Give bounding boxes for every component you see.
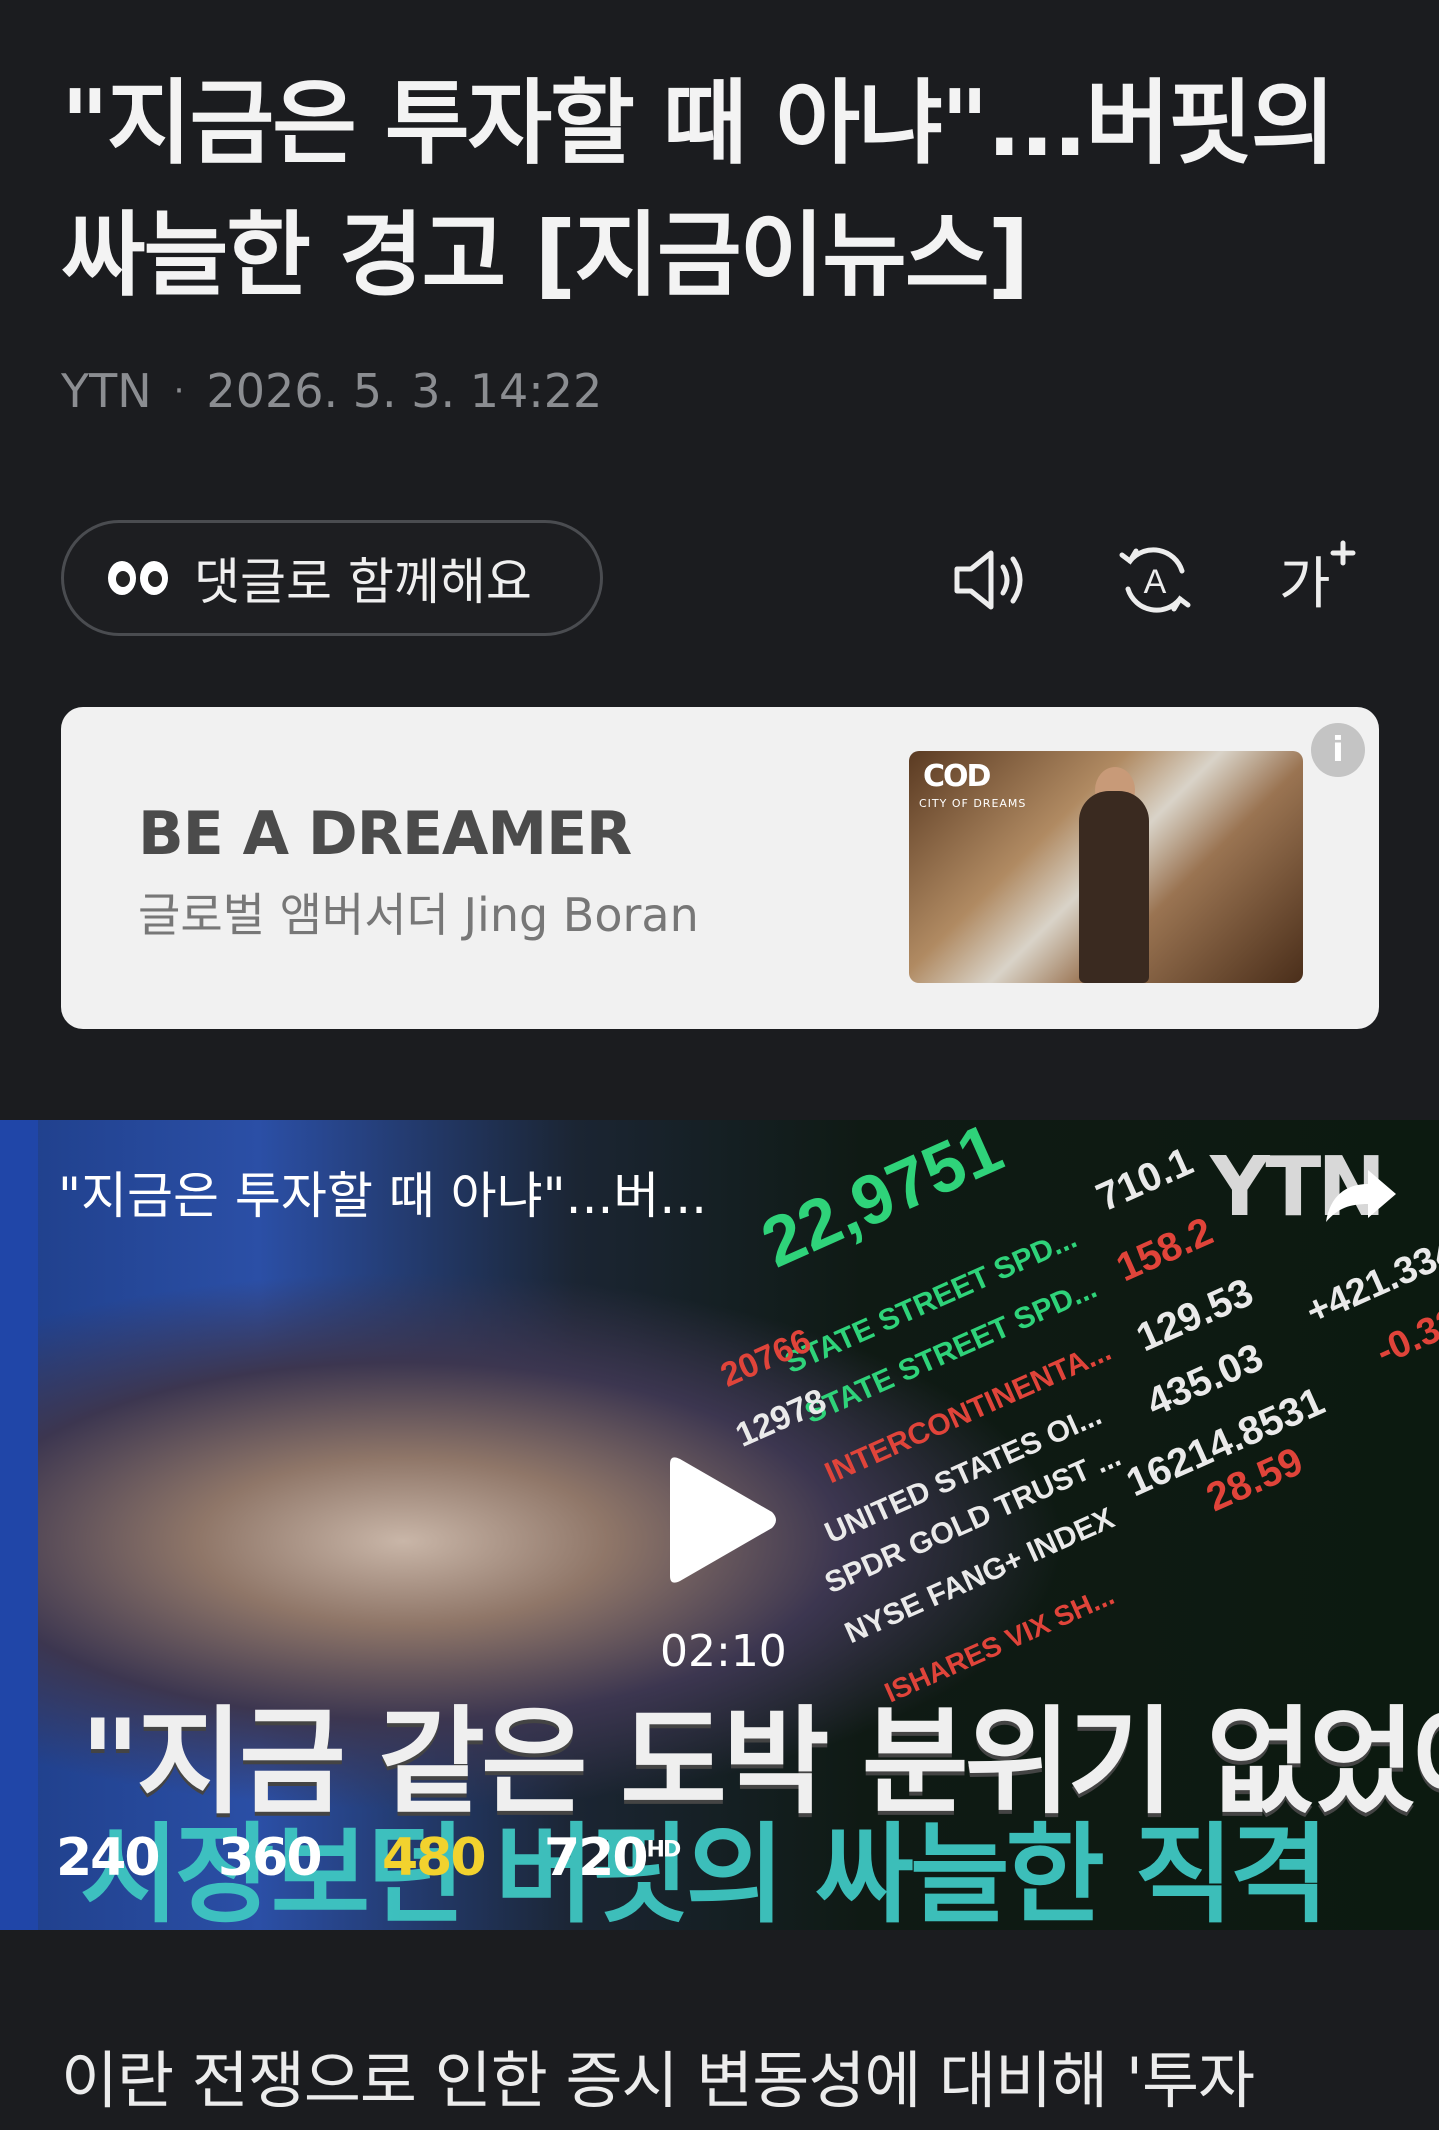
quality-option[interactable]: 360 [218,1828,323,1888]
quality-option-hd[interactable]: 720HD [544,1828,682,1888]
quality-option-selected[interactable]: 480 [382,1828,487,1888]
play-icon[interactable] [660,1450,780,1590]
font-size-label: 가 [1279,552,1331,617]
ticker-value: 22,9751 [750,1120,1014,1283]
article-date: 2026. 5. 3. 14:22 [206,364,603,418]
ticker-number: -0.32 [1370,1299,1439,1374]
ad-image-logo-sub: CITY OF DREAMS [919,797,1027,810]
video-left-bar [0,1120,38,1930]
ad-title: BE A DREAMER [138,799,632,869]
article-meta: YTN · 2026. 5. 3. 14:22 [61,364,602,418]
ad-person [1079,791,1149,983]
ticker-number: 710.1 [1090,1139,1200,1221]
svg-text:A: A [1144,563,1167,601]
article-body-first-line: 이란 전쟁으로 인한 증시 변동성에 대비해 '투자 [61,2044,1255,2117]
quality-option[interactable]: 240 [56,1828,161,1888]
share-icon[interactable] [1320,1160,1400,1230]
quality-option-value: 720 [544,1828,649,1888]
comment-button[interactable]: 댓글로 함께해요 [61,520,603,636]
meta-separator: · [173,371,185,411]
video-title: "지금은 투자할 때 아냐"...버... [58,1167,708,1225]
comment-button-label: 댓글로 함께해요 [194,553,532,611]
ad-image-logo: COD [923,759,991,794]
ticker-number: 12978 [730,1381,832,1455]
ticker-number: 20766 [715,1321,817,1395]
font-size-plus-icon[interactable]: 가 [1275,535,1365,625]
ticker-number: 158.2 [1110,1209,1220,1291]
auto-translate-icon[interactable]: A [1110,535,1200,625]
hd-badge: HD [646,1837,682,1863]
ad-subtitle: 글로벌 앰버서더 Jing Boran [138,888,699,942]
eye-right [140,561,168,595]
eye-left [108,561,136,595]
ad-image: COD CITY OF DREAMS [909,751,1303,983]
speaker-icon[interactable] [945,535,1035,625]
eyes-icon [108,561,168,595]
video-player[interactable]: 22,9751 STATE STREET SPD... STATE STREET… [0,1120,1439,1930]
article-source[interactable]: YTN [61,364,152,418]
ad-banner[interactable]: BE A DREAMER 글로벌 앰버서더 Jing Boran COD CIT… [61,707,1379,1029]
info-icon[interactable]: i [1311,723,1365,777]
article-title: "지금은 투자할 때 아냐"...버핏의 싸늘한 경고 [지금이뉴스] [61,70,1335,309]
